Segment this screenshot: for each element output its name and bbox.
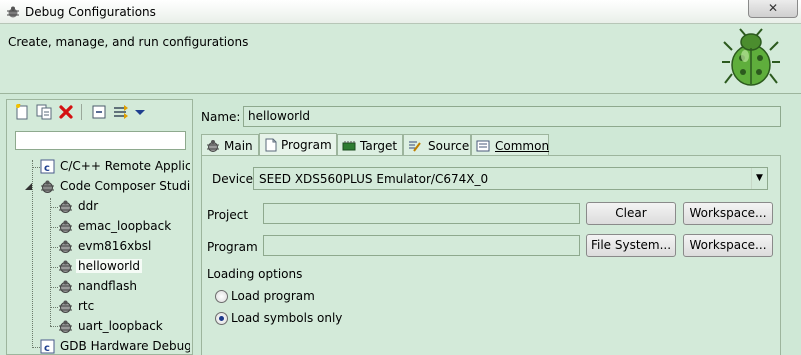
window-title: Debug Configurations — [25, 5, 156, 19]
tree-guide — [50, 207, 58, 208]
tree-item-label: emac_loopback — [78, 219, 172, 233]
tab-source[interactable]: Source — [403, 134, 471, 156]
delete-icon[interactable] — [58, 104, 74, 120]
title-bar: Debug Configurations ✕ — [0, 0, 801, 24]
tree-item-code-composer[interactable]: Code Composer Studi — [40, 178, 190, 196]
tree-guide — [50, 267, 58, 268]
project-workspace-button[interactable]: Workspace... — [683, 202, 773, 225]
tree-item-label: evm816xbsl — [78, 239, 152, 253]
tree-item-label: helloworld — [76, 259, 143, 273]
tree-item-uart-loopback[interactable]: uart_loopback — [58, 318, 188, 336]
load-symbols-label: Load symbols only — [231, 311, 343, 325]
toolbar-separator — [81, 104, 82, 120]
bug-icon — [59, 200, 72, 213]
source-icon — [409, 141, 421, 152]
tree-item-label: C/C++ Remote Applic — [60, 159, 190, 173]
bug-icon — [7, 6, 19, 18]
banner: Create, manage, and run configurations — [0, 24, 801, 94]
tree-item-label: ddr — [78, 199, 99, 213]
tree-item-label: rtc — [78, 299, 95, 313]
new-config-icon[interactable] — [14, 104, 30, 120]
tree-guide — [50, 227, 58, 228]
device-label: Device — [212, 172, 254, 186]
common-icon — [476, 140, 490, 152]
loading-options-label: Loading options — [207, 267, 303, 281]
tree-item-label: GDB Hardware Debug — [60, 339, 190, 353]
tree-guide — [32, 347, 40, 348]
file-system-button[interactable]: File System... — [586, 234, 676, 257]
bug-icon — [59, 300, 72, 313]
chevron-down-icon[interactable]: ▼ — [751, 168, 767, 189]
tree-item-evm816xbsl[interactable]: evm816xbsl — [58, 238, 188, 256]
tree-guide — [50, 287, 58, 288]
c-config-icon: c — [40, 159, 55, 174]
page-icon — [265, 138, 277, 152]
filter-input[interactable] — [15, 131, 186, 150]
main-tab-icon — [207, 140, 219, 152]
device-select[interactable]: SEED XDS560PLUS Emulator/C674X_0 ▼ — [253, 167, 768, 190]
collapse-all-icon[interactable] — [91, 104, 107, 120]
tree-item-label: Code Composer Studi — [60, 179, 190, 193]
tree-item-label: nandflash — [78, 279, 137, 293]
load-program-label: Load program — [231, 289, 315, 303]
tree-item-gdb-hardware[interactable]: c GDB Hardware Debug — [40, 338, 190, 355]
ccs-bug-icon — [41, 180, 54, 193]
tree-item-cpp-remote[interactable]: c C/C++ Remote Applic — [40, 158, 190, 176]
bug-icon — [59, 320, 72, 333]
tree-guide — [50, 247, 58, 248]
expanded-arrow-icon[interactable] — [24, 182, 33, 191]
name-label: Name: — [201, 110, 241, 124]
project-field[interactable] — [263, 203, 580, 224]
tree-guide — [50, 326, 58, 327]
tab-program[interactable]: Program — [259, 133, 337, 156]
tab-label: Source — [428, 139, 470, 153]
load-program-radio[interactable] — [215, 290, 228, 303]
tree-item-emac-loopback[interactable]: emac_loopback — [58, 218, 188, 236]
view-menu-icon[interactable] — [134, 104, 146, 120]
program-label: Program — [207, 240, 258, 254]
tab-label: Main — [224, 139, 253, 153]
bug-icon — [59, 280, 72, 293]
configuration-list-panel: c C/C++ Remote Applic Code Composer Stud… — [6, 99, 193, 355]
project-label: Project — [207, 208, 249, 222]
tree-item-rtc[interactable]: rtc — [58, 298, 188, 316]
load-symbols-radio[interactable] — [215, 312, 228, 325]
clear-button[interactable]: Clear — [586, 202, 676, 225]
bug-icon — [59, 220, 72, 233]
svg-text:c: c — [44, 343, 50, 354]
banner-heading: Create, manage, and run configurations — [8, 35, 249, 49]
filter-icon[interactable] — [113, 104, 129, 120]
program-field[interactable] — [263, 235, 580, 256]
tree-item-label: uart_loopback — [78, 319, 163, 333]
duplicate-icon[interactable] — [36, 104, 52, 120]
tab-label: Target — [360, 139, 398, 153]
tab-target[interactable]: Target — [337, 134, 403, 156]
tree-item-nandflash[interactable]: nandflash — [58, 278, 188, 296]
tab-common[interactable]: Common — [471, 134, 549, 156]
tab-main[interactable]: Main — [201, 134, 259, 156]
target-icon — [342, 141, 356, 151]
tree-item-ddr[interactable]: ddr — [58, 198, 188, 216]
bug-icon — [59, 240, 72, 253]
tree-guide — [32, 167, 40, 168]
svg-text:c: c — [44, 163, 50, 174]
tree-item-helloworld[interactable]: helloworld — [58, 258, 188, 276]
program-workspace-button[interactable]: Workspace... — [683, 234, 773, 257]
bug-icon — [722, 28, 780, 86]
tab-label: Program — [281, 138, 332, 152]
name-input[interactable]: helloworld — [243, 106, 781, 127]
bug-icon — [59, 260, 72, 273]
device-value: SEED XDS560PLUS Emulator/C674X_0 — [259, 172, 489, 186]
c-config-icon: c — [40, 339, 55, 354]
tree-guide — [50, 307, 58, 308]
tab-label: Common — [495, 139, 550, 153]
close-button[interactable]: ✕ — [748, 0, 798, 18]
